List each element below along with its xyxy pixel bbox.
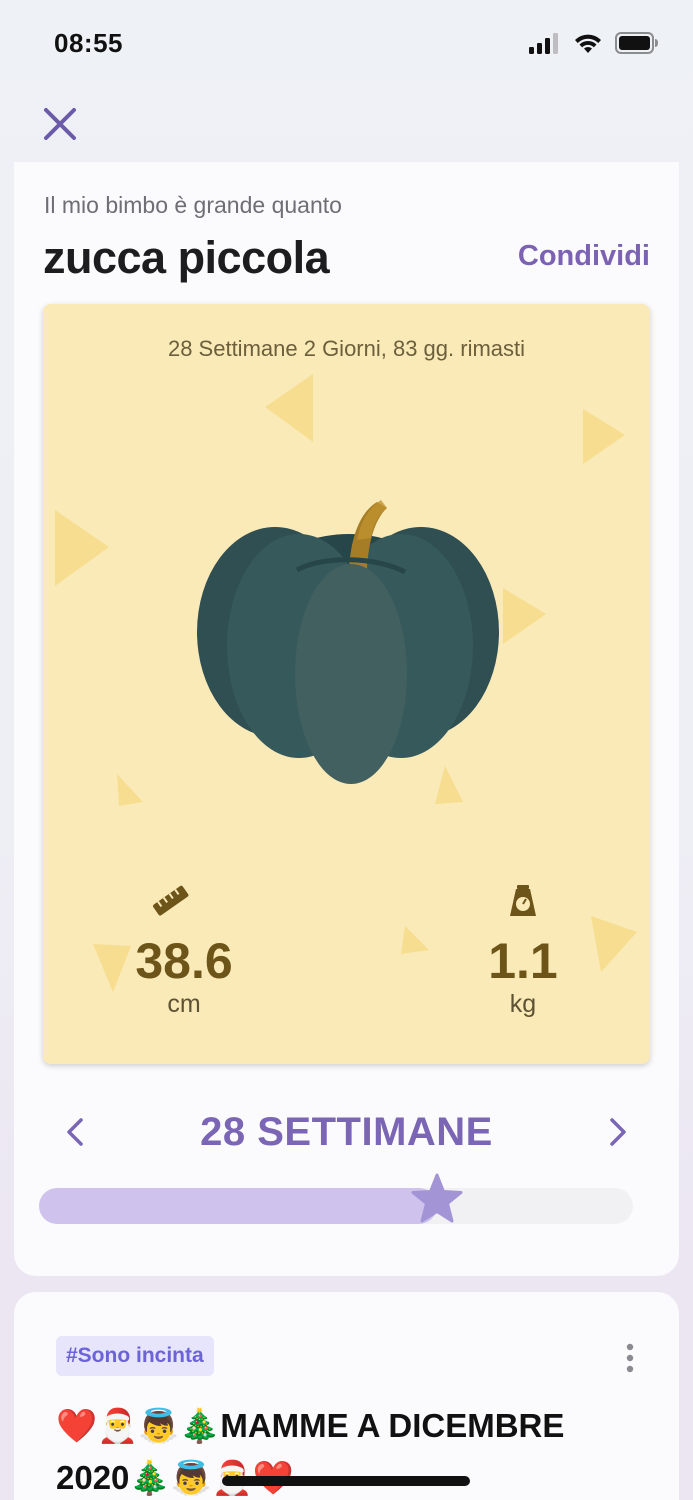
cellular-signal-icon	[529, 33, 558, 54]
pregnancy-progress-text: 28 Settimane 2 Giorni, 83 gg. rimasti	[167, 336, 526, 361]
ruler-icon	[153, 885, 189, 916]
scale-icon	[510, 885, 536, 916]
pumpkin-illustration	[197, 500, 499, 784]
length-value: 38.6	[135, 933, 233, 989]
post-title-line-1: ❤️🎅👼🎄MAMME A DICEMBRE	[56, 1407, 565, 1444]
more-vertical-icon	[626, 1343, 634, 1373]
chevron-right-icon	[610, 1118, 626, 1146]
status-icons	[529, 32, 659, 54]
next-week-button[interactable]	[597, 1112, 637, 1152]
size-subtitle: Il mio bimbo è grande quanto	[44, 192, 342, 218]
share-button[interactable]: Condividi	[518, 240, 650, 273]
status-time: 08:55	[54, 28, 123, 58]
home-indicator	[222, 1476, 470, 1486]
week-label: 28 SETTIMANE	[200, 1110, 493, 1154]
week-progress-fill	[39, 1188, 437, 1224]
community-post-card[interactable]: #Sono incinta ❤️🎅👼🎄MAMME A DICEMBRE 2020…	[14, 1292, 679, 1500]
wifi-icon	[575, 34, 601, 53]
week-navigator: 28 SETTIMANE	[14, 1104, 679, 1164]
post-tag[interactable]: #Sono incinta	[56, 1336, 214, 1376]
weight-unit: kg	[509, 990, 537, 1018]
size-card: Il mio bimbo è grande quanto zucca picco…	[14, 162, 679, 1276]
length-unit: cm	[167, 990, 201, 1018]
star-icon	[411, 1173, 463, 1223]
progress-slider-handle[interactable]	[409, 1172, 465, 1228]
battery-icon	[615, 32, 658, 54]
week-progress-slider[interactable]	[39, 1173, 633, 1224]
fruit-comparison-card: 28 Settimane 2 Giorni, 83 gg. rimasti 38…	[43, 304, 650, 1064]
post-options-button[interactable]	[623, 1342, 637, 1374]
status-bar: 08:55	[0, 0, 693, 90]
weight-value: 1.1	[488, 933, 558, 989]
close-icon	[44, 108, 76, 140]
close-button[interactable]	[40, 104, 80, 144]
fruit-name-title: zucca piccola	[43, 232, 330, 283]
